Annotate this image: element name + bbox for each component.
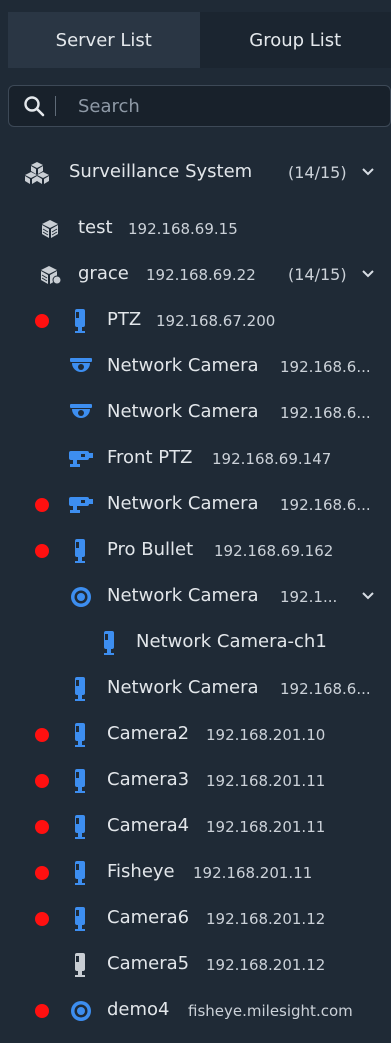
device-ip: 192.168.6... — [280, 496, 371, 514]
device-ip: 192.1... — [280, 588, 338, 606]
bullet-camera-icon — [75, 953, 85, 977]
search-input[interactable] — [76, 94, 360, 118]
fisheye-camera-icon — [71, 1001, 91, 1021]
offline-status-dot — [35, 1004, 49, 1018]
device-ip: fisheye.milesight.com — [188, 1002, 353, 1020]
dome-camera-icon — [70, 404, 92, 418]
device-row[interactable]: Network Camera 192.1... — [0, 574, 391, 620]
search-box — [8, 85, 391, 127]
device-name: demo4 — [107, 999, 170, 1020]
device-row[interactable]: Network Camera 192.168.6... — [0, 482, 391, 528]
bullet-camera-icon — [75, 861, 85, 885]
device-row[interactable]: PTZ 192.168.67.200 — [0, 298, 391, 344]
device-name: Network Camera — [107, 677, 259, 698]
chevron-down-icon[interactable] — [360, 164, 376, 180]
server-row[interactable]: grace 192.168.69.22 (14/15) — [0, 252, 391, 298]
device-ip: 192.168.201.10 — [206, 726, 326, 744]
bullet-camera-icon — [75, 539, 85, 563]
chevron-down-icon[interactable] — [360, 266, 376, 282]
device-name: Camera3 — [107, 769, 190, 790]
device-name: Network Camera — [107, 355, 259, 376]
device-name: Pro Bullet — [107, 539, 194, 560]
device-ip: 192.168.201.12 — [206, 910, 326, 928]
box-camera-icon — [69, 497, 93, 513]
device-name: PTZ — [107, 309, 142, 330]
device-row[interactable]: Camera5 192.168.201.12 — [0, 942, 391, 988]
device-name: Front PTZ — [107, 447, 193, 468]
box-camera-icon — [69, 451, 93, 467]
tab-group-list[interactable]: Group List — [199, 12, 391, 68]
bullet-camera-icon — [75, 723, 85, 747]
server-name: grace — [78, 263, 129, 284]
search-icon[interactable] — [23, 95, 45, 117]
device-row[interactable]: Camera4 192.168.201.11 — [0, 804, 391, 850]
offline-status-dot — [35, 498, 49, 512]
device-name: Network Camera — [107, 585, 259, 606]
offline-status-dot — [35, 912, 49, 926]
server-count: (14/15) — [288, 265, 347, 284]
offline-status-dot — [35, 866, 49, 880]
device-name: Camera4 — [107, 815, 190, 836]
fisheye-camera-icon — [71, 587, 91, 607]
offline-status-dot — [35, 820, 49, 834]
offline-status-dot — [35, 774, 49, 788]
bullet-camera-icon — [75, 907, 85, 931]
dome-camera-icon — [70, 358, 92, 372]
list-tabs: Server List Group List — [8, 12, 391, 68]
device-ip: 192.168.6... — [280, 680, 371, 698]
server-ip: 192.168.69.15 — [128, 220, 238, 238]
server-connected-icon — [41, 266, 62, 285]
device-row[interactable]: Pro Bullet 192.168.69.162 — [0, 528, 391, 574]
device-row[interactable]: Camera3 192.168.201.11 — [0, 758, 391, 804]
device-channel-row[interactable]: Network Camera-ch1 — [0, 620, 391, 666]
device-ip: 192.168.201.11 — [206, 818, 326, 836]
device-ip: 192.168.201.11 — [193, 864, 313, 882]
chevron-down-icon[interactable] — [360, 588, 376, 604]
root-name: Surveillance System — [69, 161, 253, 182]
device-row[interactable]: demo4 fisheye.milesight.com — [0, 988, 391, 1034]
device-ip: 192.168.6... — [280, 358, 371, 376]
device-ip: 192.168.201.11 — [206, 772, 326, 790]
device-row[interactable]: Network Camera 192.168.6... — [0, 390, 391, 436]
device-row[interactable]: Network Camera 192.168.6... — [0, 344, 391, 390]
offline-status-dot — [35, 728, 49, 742]
server-ip: 192.168.69.22 — [146, 266, 256, 284]
server-group-icon — [25, 162, 49, 184]
device-name: Network Camera — [107, 401, 259, 422]
device-name: Fisheye — [107, 861, 175, 882]
offline-status-dot — [35, 544, 49, 558]
search-divider — [55, 96, 56, 116]
device-name: Camera5 — [107, 953, 190, 974]
device-ip: 192.168.201.12 — [206, 956, 326, 974]
device-ip: 192.168.69.162 — [214, 542, 334, 560]
device-name: Camera2 — [107, 723, 190, 744]
device-ip: 192.168.69.147 — [212, 450, 332, 468]
device-ip: 192.168.67.200 — [156, 312, 276, 330]
bullet-camera-icon — [75, 769, 85, 793]
device-name: Camera6 — [107, 907, 190, 928]
server-row[interactable]: test 192.168.69.15 — [0, 206, 391, 252]
device-row[interactable]: Front PTZ 192.168.69.147 — [0, 436, 391, 482]
device-row[interactable]: Network Camera 192.168.6... — [0, 666, 391, 712]
bullet-camera-icon — [75, 677, 85, 701]
server-name: test — [78, 217, 113, 238]
bullet-camera-icon — [104, 631, 114, 655]
device-row[interactable]: Camera2 192.168.201.10 — [0, 712, 391, 758]
device-row[interactable]: Camera6 192.168.201.12 — [0, 896, 391, 942]
device-ip: 192.168.6... — [280, 404, 371, 422]
device-name: Network Camera-ch1 — [136, 631, 327, 652]
device-row[interactable]: Fisheye 192.168.201.11 — [0, 850, 391, 896]
bullet-camera-icon — [75, 309, 85, 333]
bullet-camera-icon — [75, 815, 85, 839]
tab-server-list[interactable]: Server List — [8, 12, 200, 68]
device-name: Network Camera — [107, 493, 259, 514]
root-count: (14/15) — [288, 163, 347, 182]
tree-root[interactable]: Surveillance System (14/15) — [0, 150, 391, 196]
offline-status-dot — [35, 314, 49, 328]
server-icon — [42, 220, 58, 238]
